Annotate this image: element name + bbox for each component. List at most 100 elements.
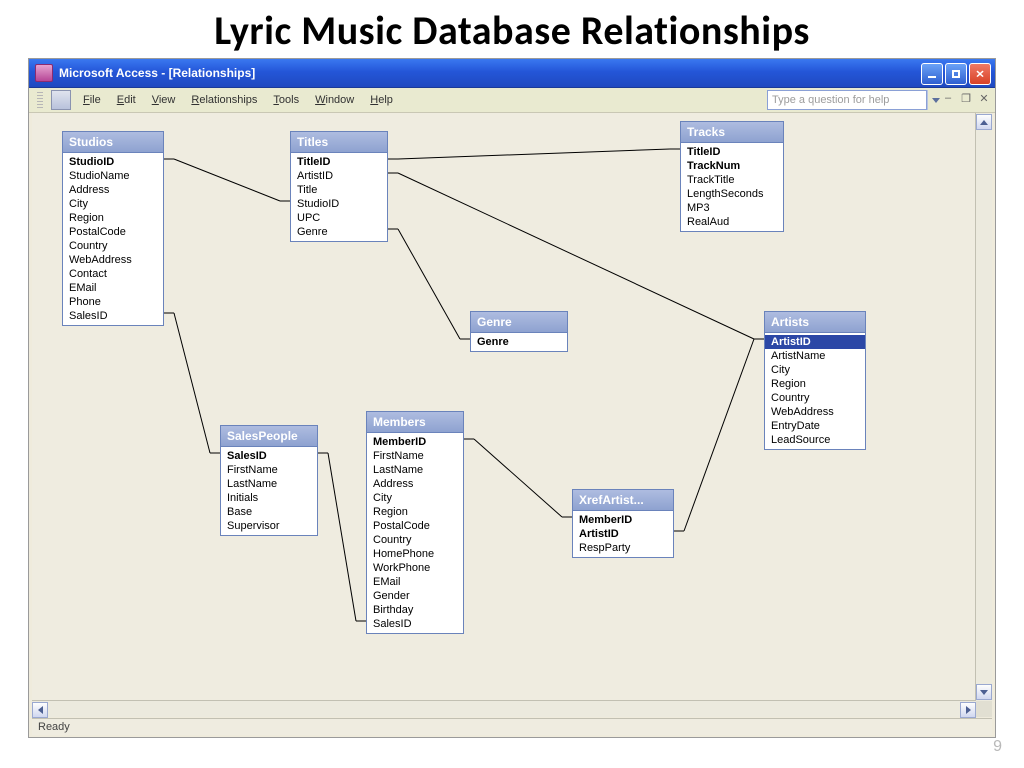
field-webaddress[interactable]: WebAddress	[63, 253, 163, 267]
field-city[interactable]: City	[63, 197, 163, 211]
field-country[interactable]: Country	[367, 533, 463, 547]
field-gender[interactable]: Gender	[367, 589, 463, 603]
menu-tools[interactable]: Tools	[265, 91, 307, 109]
field-artistid[interactable]: ArtistID	[291, 169, 387, 183]
relationships-canvas[interactable]: StudiosStudioIDStudioNameAddressCityRegi…	[32, 113, 976, 701]
field-city[interactable]: City	[765, 363, 865, 377]
field-salesid[interactable]: SalesID	[367, 617, 463, 631]
menu-window[interactable]: Window	[307, 91, 362, 109]
field-address[interactable]: Address	[63, 183, 163, 197]
field-postalcode[interactable]: PostalCode	[63, 225, 163, 239]
field-salesid[interactable]: SalesID	[221, 449, 317, 463]
field-firstname[interactable]: FirstName	[221, 463, 317, 477]
field-tracktitle[interactable]: TrackTitle	[681, 173, 783, 187]
table-header[interactable]: Titles	[291, 132, 387, 153]
field-studioid[interactable]: StudioID	[291, 197, 387, 211]
field-region[interactable]: Region	[765, 377, 865, 391]
menu-file[interactable]: File	[75, 91, 109, 109]
field-workphone[interactable]: WorkPhone	[367, 561, 463, 575]
field-phone[interactable]: Phone	[63, 295, 163, 309]
field-lastname[interactable]: LastName	[221, 477, 317, 491]
field-studioid[interactable]: StudioID	[63, 155, 163, 169]
field-initials[interactable]: Initials	[221, 491, 317, 505]
table-header[interactable]: XrefArtist...	[573, 490, 673, 511]
field-contact[interactable]: Contact	[63, 267, 163, 281]
field-artistid[interactable]: ArtistID	[573, 527, 673, 541]
field-lastname[interactable]: LastName	[367, 463, 463, 477]
scroll-up-icon[interactable]	[976, 114, 992, 130]
field-lengthseconds[interactable]: LengthSeconds	[681, 187, 783, 201]
access-app-icon	[35, 64, 53, 82]
field-email[interactable]: EMail	[63, 281, 163, 295]
field-titleid[interactable]: TitleID	[291, 155, 387, 169]
field-region[interactable]: Region	[63, 211, 163, 225]
field-tracknum[interactable]: TrackNum	[681, 159, 783, 173]
table-header[interactable]: Tracks	[681, 122, 783, 143]
horizontal-scrollbar[interactable]	[32, 700, 976, 717]
field-titleid[interactable]: TitleID	[681, 145, 783, 159]
maximize-button[interactable]	[945, 63, 967, 85]
field-region[interactable]: Region	[367, 505, 463, 519]
field-webaddress[interactable]: WebAddress	[765, 405, 865, 419]
vertical-scrollbar[interactable]	[975, 113, 992, 701]
toolbar-grip-icon[interactable]	[37, 92, 43, 108]
table-header[interactable]: SalesPeople	[221, 426, 317, 447]
window-title: Microsoft Access - [Relationships]	[59, 66, 255, 80]
field-address[interactable]: Address	[367, 477, 463, 491]
field-country[interactable]: Country	[63, 239, 163, 253]
menu-relationships[interactable]: Relationships	[183, 91, 265, 109]
table-members[interactable]: MembersMemberIDFirstNameLastNameAddressC…	[366, 411, 464, 634]
field-mp3[interactable]: MP3	[681, 201, 783, 215]
field-genre[interactable]: Genre	[291, 225, 387, 239]
table-xrefartist[interactable]: XrefArtist... MemberIDArtistIDRespParty	[572, 489, 674, 558]
menu-view[interactable]: View	[144, 91, 184, 109]
field-email[interactable]: EMail	[367, 575, 463, 589]
field-country[interactable]: Country	[765, 391, 865, 405]
field-upc[interactable]: UPC	[291, 211, 387, 225]
table-tracks[interactable]: Tracks TitleIDTrackNumTrackTitleLengthSec…	[680, 121, 784, 232]
field-postalcode[interactable]: PostalCode	[367, 519, 463, 533]
field-supervisor[interactable]: Supervisor	[221, 519, 317, 533]
field-base[interactable]: Base	[221, 505, 317, 519]
menu-edit[interactable]: Edit	[109, 91, 144, 109]
relationships-tool-icon[interactable]	[51, 90, 71, 110]
table-studios[interactable]: Studios StudioIDStudioNameAddressCityRegi…	[62, 131, 164, 326]
mdi-minimize-icon[interactable]: –	[941, 91, 955, 105]
field-firstname[interactable]: FirstName	[367, 449, 463, 463]
mdi-restore-icon[interactable]: ❐	[959, 91, 973, 105]
field-respparty[interactable]: RespParty	[573, 541, 673, 555]
scroll-down-icon[interactable]	[976, 684, 992, 700]
table-header[interactable]: Artists	[765, 312, 865, 333]
field-realaud[interactable]: RealAud	[681, 215, 783, 229]
field-birthday[interactable]: Birthday	[367, 603, 463, 617]
mdi-close-icon[interactable]: ✕	[977, 91, 991, 105]
scroll-right-icon[interactable]	[960, 702, 976, 718]
table-artists[interactable]: Artists ArtistIDArtistNameCityRegionCount…	[764, 311, 866, 450]
field-entrydate[interactable]: EntryDate	[765, 419, 865, 433]
help-search-input[interactable]: Type a question for help	[767, 90, 927, 110]
table-salespeople[interactable]: SalesPeople SalesIDFirstNameLastNameIniti…	[220, 425, 318, 536]
table-header[interactable]: Studios	[63, 132, 163, 153]
field-studioname[interactable]: StudioName	[63, 169, 163, 183]
field-memberid[interactable]: MemberID	[573, 513, 673, 527]
field-homephone[interactable]: HomePhone	[367, 547, 463, 561]
field-memberid[interactable]: MemberID	[367, 435, 463, 449]
field-artistname[interactable]: ArtistName	[765, 349, 865, 363]
menu-bar: File Edit View Relationships Tools Windo…	[29, 88, 995, 113]
menu-help[interactable]: Help	[362, 91, 401, 109]
slide-title: Lyric Music Database Relationships	[0, 6, 1024, 55]
field-salesid[interactable]: SalesID	[63, 309, 163, 323]
table-titles[interactable]: Titles TitleIDArtistIDTitleStudioIDUPCGen…	[290, 131, 388, 242]
field-leadsource[interactable]: LeadSource	[765, 433, 865, 447]
window-titlebar[interactable]: Microsoft Access - [Relationships] ✕	[29, 59, 995, 88]
field-artistid[interactable]: ArtistID	[765, 335, 865, 349]
scroll-left-icon[interactable]	[32, 702, 48, 718]
close-button[interactable]: ✕	[969, 63, 991, 85]
table-genre[interactable]: Genre Genre	[470, 311, 568, 352]
table-header[interactable]: Members	[367, 412, 463, 433]
field-title[interactable]: Title	[291, 183, 387, 197]
table-header[interactable]: Genre	[471, 312, 567, 333]
minimize-button[interactable]	[921, 63, 943, 85]
field-genre[interactable]: Genre	[471, 335, 567, 349]
field-city[interactable]: City	[367, 491, 463, 505]
